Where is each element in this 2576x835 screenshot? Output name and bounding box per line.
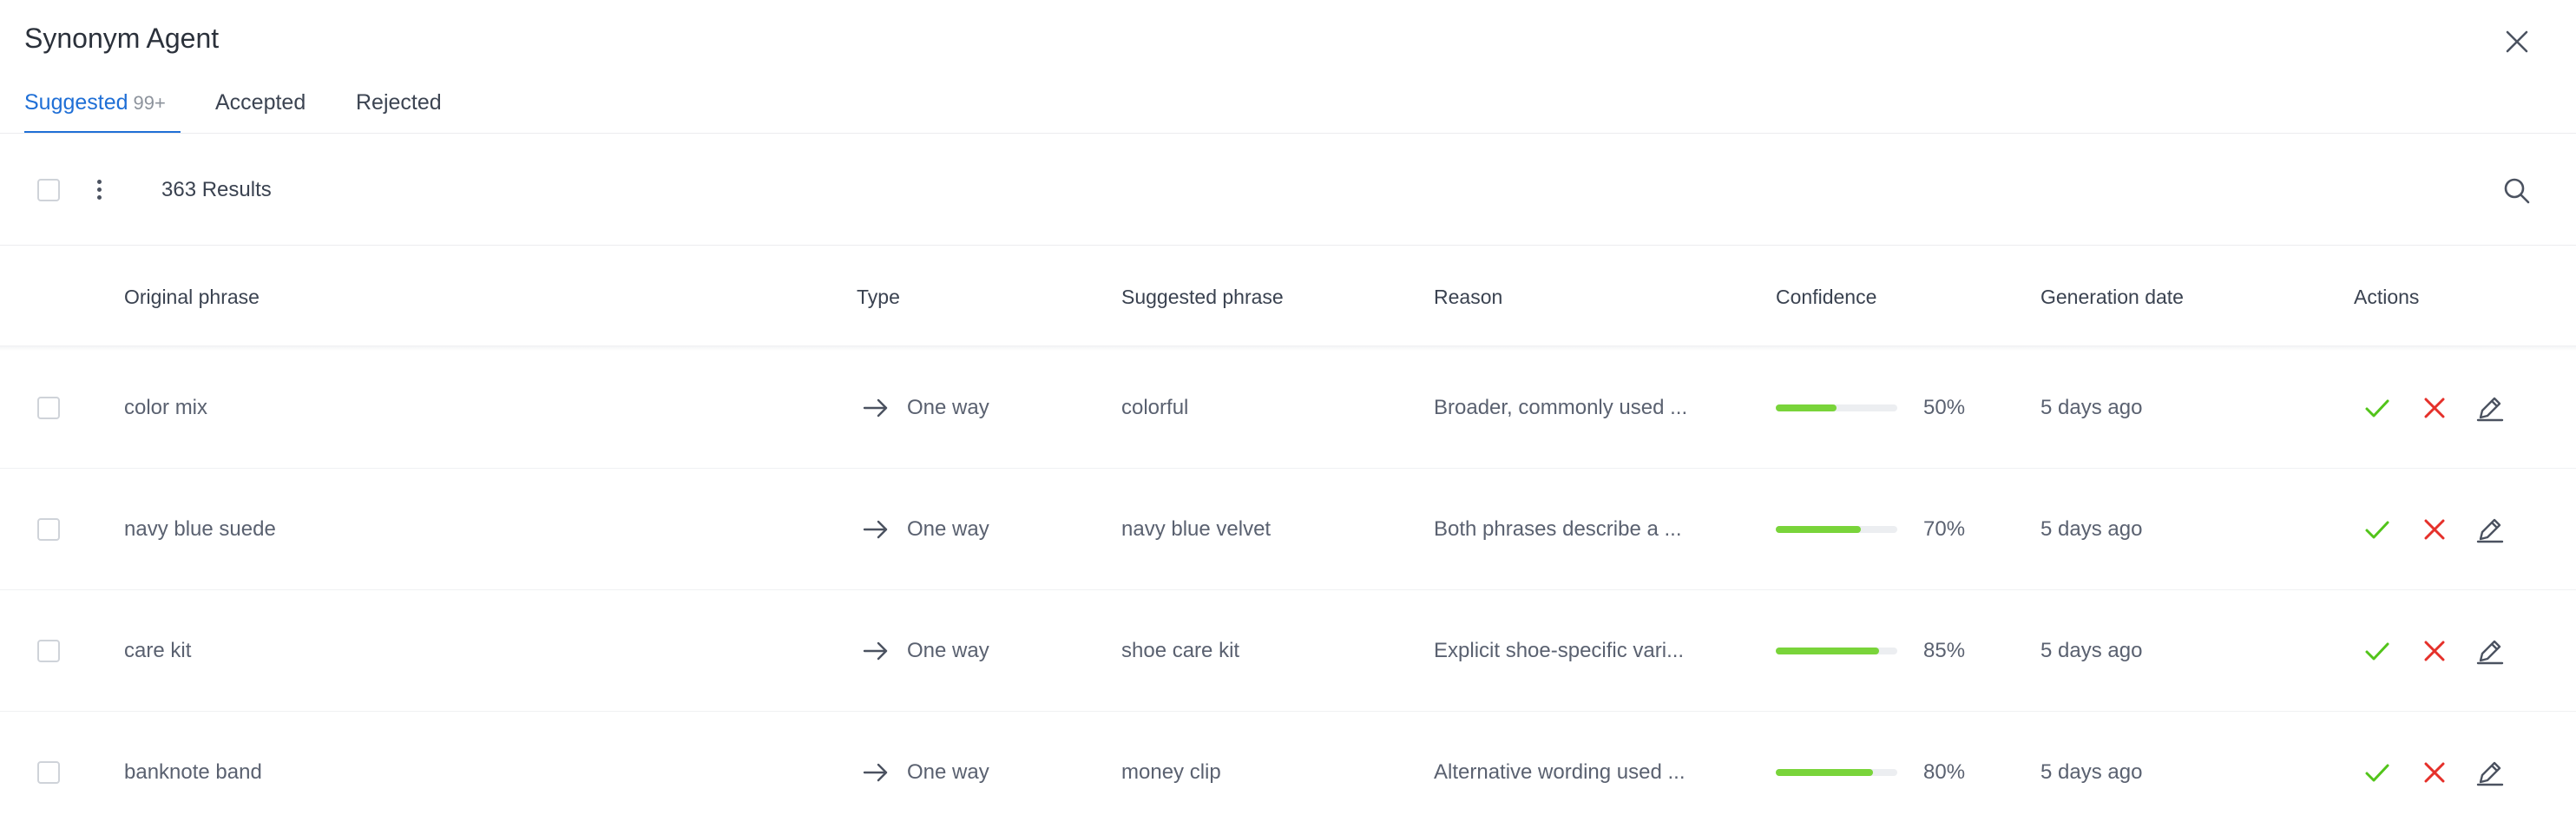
arrow-right-icon <box>863 520 888 539</box>
column-header-original-phrase[interactable]: Original phrase <box>124 286 260 309</box>
reason-text: Alternative wording used ... <box>1434 760 1686 784</box>
original-phrase: color mix <box>124 396 208 419</box>
table-row: banknote band One way money clip Alterna… <box>0 712 2576 833</box>
close-button[interactable] <box>2500 24 2534 59</box>
type-label: One way <box>907 396 989 419</box>
confidence-value: 50% <box>1923 396 1966 419</box>
tab-rejected[interactable]: Rejected <box>356 90 442 115</box>
suggested-phrase: navy blue velvet <box>1121 517 1272 541</box>
x-icon <box>2424 641 2445 661</box>
original-phrase: care kit <box>124 639 192 662</box>
confidence-bar-fill <box>1776 526 1861 533</box>
tabs-divider <box>0 133 2576 134</box>
tab-suggested-count-badge: 99+ <box>133 92 166 114</box>
tab-accepted-label: Accepted <box>215 90 306 115</box>
x-icon <box>2424 519 2445 540</box>
generation-date: 5 days ago <box>2040 396 2143 419</box>
generation-date: 5 days ago <box>2040 639 2143 662</box>
accept-button[interactable] <box>2362 515 2392 544</box>
edit-button[interactable] <box>2475 636 2505 666</box>
column-header-type[interactable]: Type <box>857 286 900 309</box>
edit-button[interactable] <box>2475 758 2505 787</box>
confidence-value: 85% <box>1923 639 1966 662</box>
edit-button[interactable] <box>2475 515 2505 544</box>
reason-text: Explicit shoe-specific vari... <box>1434 639 1685 662</box>
more-vertical-icon <box>90 180 108 200</box>
table-row: color mix One way colorful Broader, comm… <box>0 347 2576 469</box>
edit-button[interactable] <box>2475 393 2505 423</box>
type-label: One way <box>907 517 989 541</box>
pencil-icon <box>2476 397 2504 422</box>
confidence-value: 80% <box>1923 760 1966 784</box>
accept-button[interactable] <box>2362 758 2392 787</box>
results-count: 363 Results <box>161 178 272 201</box>
confidence-bar <box>1776 769 1897 776</box>
search-icon <box>2504 178 2530 204</box>
bulk-actions-menu-button[interactable] <box>90 177 108 205</box>
column-header-suggested-phrase[interactable]: Suggested phrase <box>1121 286 1284 309</box>
table-row: care kit One way shoe care kit Explicit … <box>0 590 2576 712</box>
confidence-bar-fill <box>1776 648 1879 654</box>
pencil-icon <box>2476 518 2504 543</box>
reject-button[interactable] <box>2420 515 2449 544</box>
close-icon <box>2506 30 2528 53</box>
column-header-reason[interactable]: Reason <box>1434 286 1502 309</box>
reject-button[interactable] <box>2420 636 2449 666</box>
confidence-bar <box>1776 404 1897 411</box>
original-phrase: navy blue suede <box>124 517 276 541</box>
pencil-icon <box>2476 640 2504 665</box>
column-header-actions: Actions <box>2354 286 2420 308</box>
pencil-icon <box>2476 761 2504 786</box>
check-icon <box>2365 521 2389 539</box>
row-checkbox[interactable] <box>37 640 60 662</box>
synonym-agent-panel: Synonym Agent Suggested 99+ Accepted Reje… <box>0 0 2576 835</box>
page-title: Synonym Agent <box>24 23 220 54</box>
row-checkbox[interactable] <box>37 397 60 419</box>
check-icon <box>2365 399 2389 418</box>
type-label: One way <box>907 760 989 784</box>
confidence-bar-fill <box>1776 404 1837 411</box>
row-checkbox[interactable] <box>37 761 60 784</box>
arrow-right-icon <box>863 641 888 661</box>
row-checkbox[interactable] <box>37 518 60 541</box>
check-icon <box>2365 642 2389 661</box>
x-icon <box>2424 762 2445 783</box>
suggested-phrase: money clip <box>1121 760 1221 784</box>
select-all-checkbox[interactable] <box>37 179 60 201</box>
check-icon <box>2365 764 2389 782</box>
accept-button[interactable] <box>2362 393 2392 423</box>
accept-button[interactable] <box>2362 636 2392 666</box>
generation-date: 5 days ago <box>2040 760 2143 784</box>
suggested-phrase: shoe care kit <box>1121 639 1240 662</box>
confidence-value: 70% <box>1923 517 1966 541</box>
reason-text: Both phrases describe a ... <box>1434 517 1682 541</box>
confidence-bar <box>1776 648 1897 654</box>
search-button[interactable] <box>2501 175 2533 207</box>
arrow-right-icon <box>863 763 888 782</box>
reject-button[interactable] <box>2420 758 2449 787</box>
confidence-bar <box>1776 526 1897 533</box>
tab-rejected-label: Rejected <box>356 90 442 115</box>
reason-text: Broader, commonly used ... <box>1434 396 1688 419</box>
reject-button[interactable] <box>2420 393 2449 423</box>
tab-accepted[interactable]: Accepted <box>215 90 306 115</box>
confidence-bar-fill <box>1776 769 1873 776</box>
column-header-confidence[interactable]: Confidence <box>1776 286 1876 309</box>
arrow-right-icon <box>863 398 888 418</box>
tab-suggested-label: Suggested <box>24 90 128 115</box>
tab-suggested[interactable]: Suggested 99+ <box>24 90 166 115</box>
suggested-phrase: colorful <box>1121 396 1189 419</box>
table-row: navy blue suede One way navy blue velvet… <box>0 469 2576 590</box>
original-phrase: banknote band <box>124 760 262 784</box>
column-header-generation-date[interactable]: Generation date <box>2040 286 2184 309</box>
toolbar-divider <box>0 245 2576 246</box>
x-icon <box>2424 398 2445 418</box>
type-label: One way <box>907 639 989 662</box>
generation-date: 5 days ago <box>2040 517 2143 541</box>
